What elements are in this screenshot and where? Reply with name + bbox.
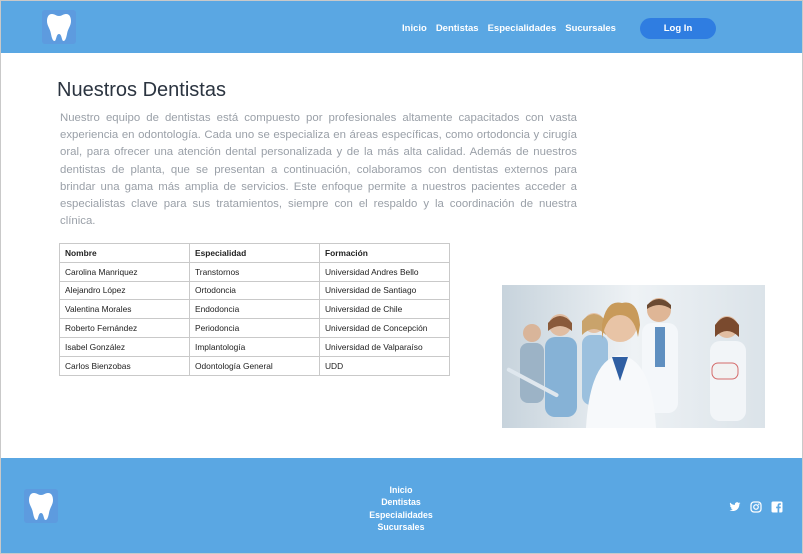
column-header-nombre: Nombre [59,243,190,263]
main-nav: Inicio Dentistas Especialidades Sucursal… [402,23,625,34]
table-cell-name: Alejandro López [59,280,190,301]
page-title: Nuestros Dentistas [57,79,226,101]
footer-nav-dentistas[interactable]: Dentistas [381,496,421,508]
facebook-icon[interactable] [771,500,783,513]
nav-inicio[interactable]: Inicio [402,23,427,34]
social-links [729,500,783,513]
tooth-icon [29,493,53,520]
column-header-formacion: Formación [319,243,450,263]
table-row: Carolina Manriquez Transtornos Universid… [59,261,450,282]
table-cell-name: Carlos Bienzobas [59,355,190,376]
twitter-icon[interactable] [729,500,741,512]
table-cell-education: UDD [319,355,450,376]
table-row: Alejandro López Ortodoncia Universidad d… [59,280,450,301]
tooth-icon [47,14,71,41]
intro-paragraph: Nuestro equipo de dentistas está compues… [60,112,577,228]
footer-nav: Inicio Dentistas Especialidades Sucursal… [341,484,461,534]
table-cell-education: Universidad de Concepción [319,318,450,338]
footer-logo[interactable] [24,489,58,523]
nav-sucursales[interactable]: Sucursales [565,23,616,34]
column-header-especialidad: Especialidad [189,243,320,263]
dentists-team-photo [502,285,765,428]
table-cell-education: Universidad Andres Bello [319,261,450,282]
table-cell-name: Isabel González [59,336,190,357]
table-cell-specialty: Periodoncia [189,318,320,338]
site-header: Inicio Dentistas Especialidades Sucursal… [1,1,802,53]
footer-nav-inicio[interactable]: Inicio [390,484,413,496]
table-cell-education: Universidad de Chile [319,299,450,320]
table-row: Roberto Fernández Periodoncia Universida… [59,318,450,338]
table-cell-education: Universidad de Valparaíso [319,336,450,357]
footer-nav-especialidades[interactable]: Especialidades [369,509,433,521]
dentists-table: Nombre Especialidad Formación Carolina M… [59,243,450,376]
table-row: Valentina Morales Endodoncia Universidad… [59,299,450,320]
table-row: Carlos Bienzobas Odontología General UDD [59,355,450,376]
table-cell-specialty: Odontología General [189,355,320,376]
table-cell-name: Carolina Manriquez [59,261,190,282]
table-cell-specialty: Transtornos [189,261,320,282]
table-cell-education: Universidad de Santiago [319,280,450,301]
header-logo[interactable] [42,10,76,44]
login-button[interactable]: Log In [640,18,716,39]
nav-especialidades[interactable]: Especialidades [488,23,557,34]
footer-nav-sucursales[interactable]: Sucursales [378,521,425,533]
table-row: Isabel González Implantología Universida… [59,336,450,357]
site-footer: Inicio Dentistas Especialidades Sucursal… [1,458,802,553]
nav-dentistas[interactable]: Dentistas [436,23,479,34]
table-header-row: Nombre Especialidad Formación [59,243,450,263]
table-cell-name: Roberto Fernández [59,318,190,338]
instagram-icon[interactable] [750,500,762,513]
table-cell-specialty: Endodoncia [189,299,320,320]
table-cell-specialty: Ortodoncia [189,280,320,301]
table-cell-name: Valentina Morales [59,299,190,320]
table-cell-specialty: Implantología [189,336,320,357]
